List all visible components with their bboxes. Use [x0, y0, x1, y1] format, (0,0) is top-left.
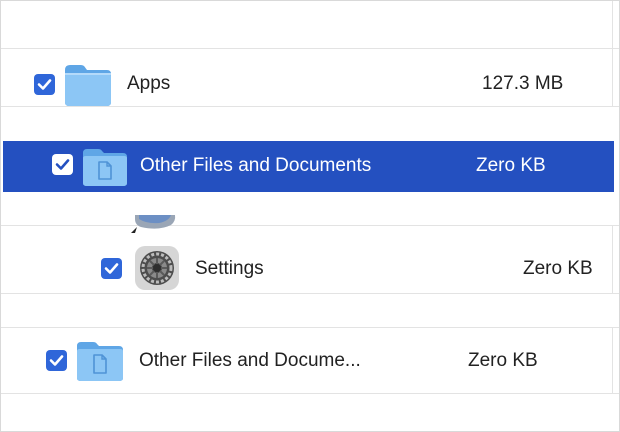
apps-checkbox[interactable] [34, 74, 55, 95]
list-item-apps[interactable]: Apps 127.3 MB [1, 57, 619, 113]
file-list-panel: Apps 127.3 MB Other Files and Documents … [0, 0, 620, 432]
app-icon-partial [129, 215, 181, 242]
settings-label: Settings [195, 258, 264, 279]
row-divider [1, 293, 619, 294]
row-divider [1, 327, 619, 328]
other-files-2-checkbox[interactable] [46, 350, 67, 371]
settings-checkbox[interactable] [101, 258, 122, 279]
other-files-2-size: Zero KB [468, 350, 538, 371]
apps-size: 127.3 MB [482, 73, 564, 94]
settings-gear-icon [134, 245, 180, 296]
apps-label: Apps [127, 73, 171, 94]
other-files-label: Other Files and Documents [140, 155, 372, 176]
row-divider [1, 48, 619, 49]
document-folder-icon [81, 146, 129, 193]
settings-size: Zero KB [523, 258, 593, 279]
row-divider [1, 225, 619, 226]
column-divider [612, 1, 613, 49]
list-item-settings[interactable]: Settings Zero KB [1, 243, 619, 296]
other-files-2-label: Other Files and Docume... [139, 350, 361, 371]
document-folder-icon [75, 339, 125, 388]
folder-icon [63, 62, 113, 113]
list-item-other-files[interactable]: Other Files and Docume... Zero KB [1, 335, 619, 388]
other-files-checkbox[interactable] [52, 154, 73, 175]
row-divider [1, 393, 619, 394]
list-item-other-files-selected[interactable]: Other Files and Documents Zero KB [3, 141, 614, 192]
other-files-size: Zero KB [476, 155, 546, 176]
